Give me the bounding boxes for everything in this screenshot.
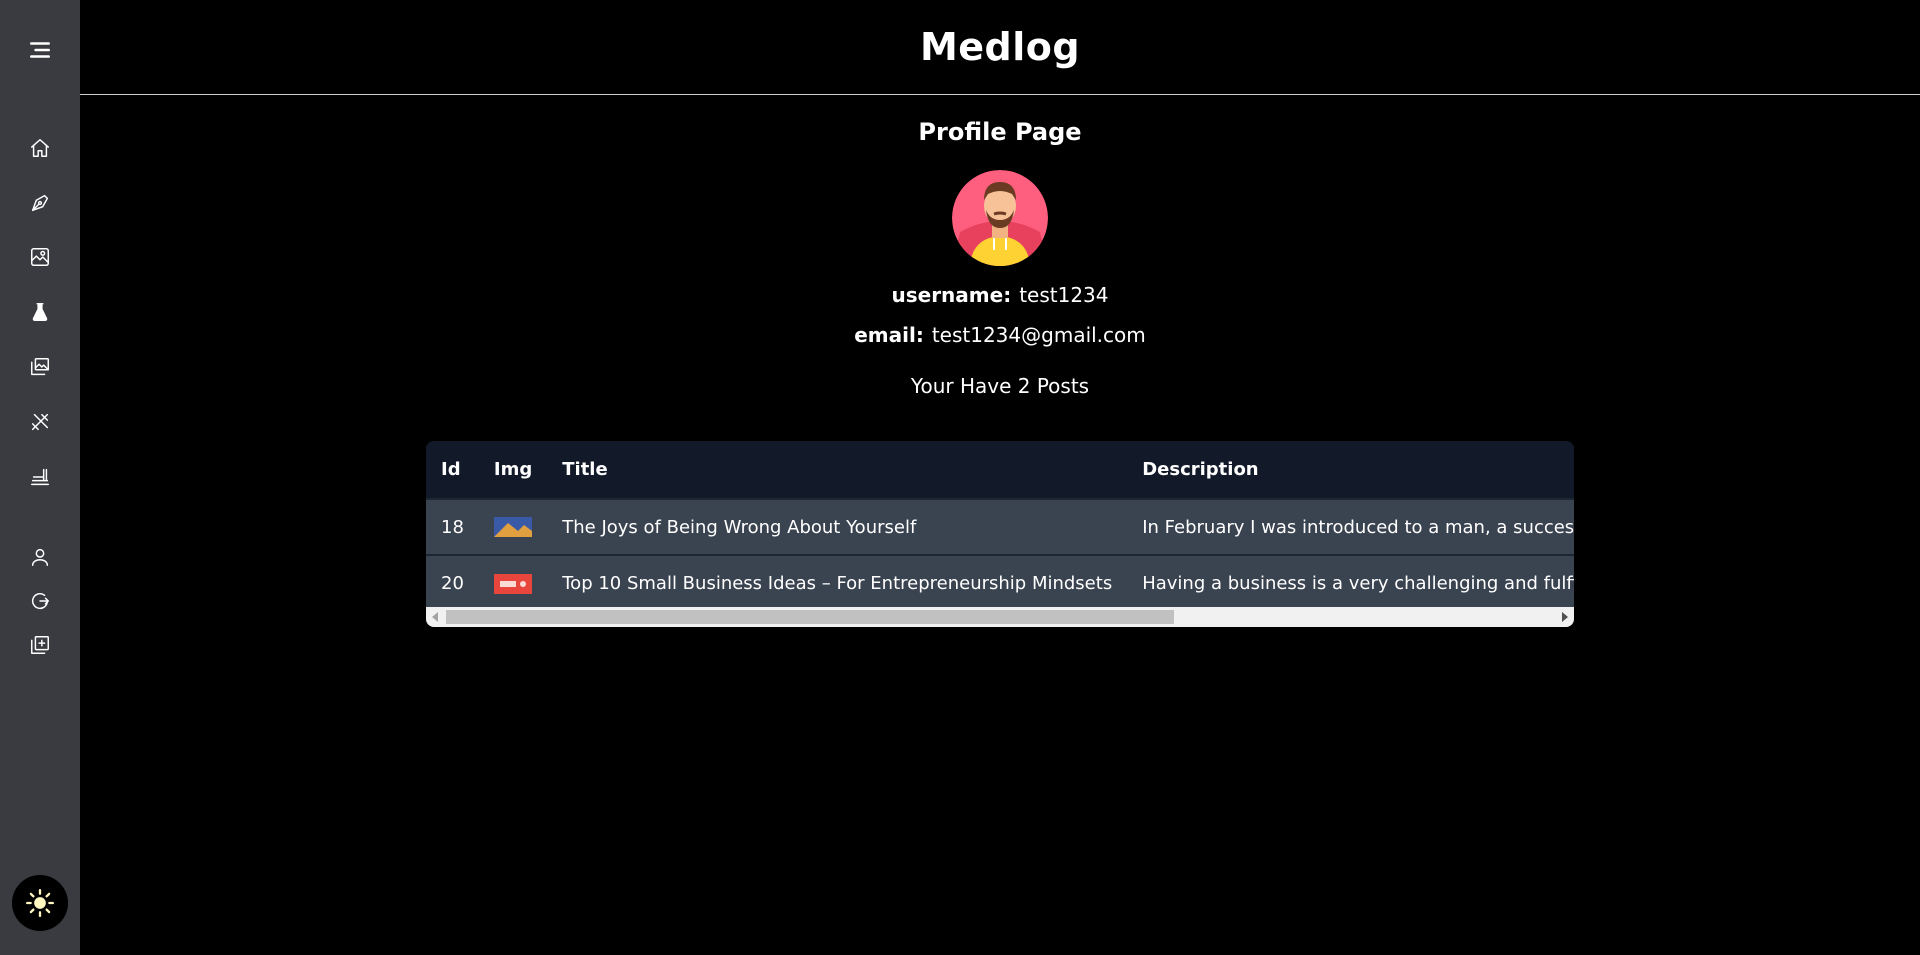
gallery-icon: [31, 358, 49, 376]
post-id: 20: [441, 573, 464, 594]
posts-count: Your Have 2 Posts: [910, 374, 1090, 398]
page-title: Profile Page: [918, 118, 1082, 146]
menu-icon: [30, 42, 50, 58]
posts-table: Id Img Title Description 18 The Joys of …: [426, 441, 1574, 611]
post-thumbnail[interactable]: [479, 555, 547, 611]
email-value: test1234@gmail.com: [931, 323, 1146, 347]
username-line: username: test1234: [80, 283, 1920, 307]
image-edit-icon: [31, 248, 49, 266]
food-icon: [31, 468, 49, 486]
sidebar-item-profile[interactable]: [22, 539, 58, 575]
post-description: Having a business is a very challenging …: [1142, 573, 1574, 594]
sidebar-item-write[interactable]: [22, 185, 58, 221]
username-value: test1234: [1019, 283, 1109, 307]
sun-icon: [26, 889, 54, 917]
sidebar-item-add-post[interactable]: [22, 627, 58, 663]
column-header-img: Img: [493, 459, 533, 480]
sidebar-item-logout[interactable]: [22, 583, 58, 619]
sidebar-item-design[interactable]: [22, 239, 58, 275]
horizontal-scrollbar[interactable]: [426, 607, 1574, 627]
sidebar-item-gallery[interactable]: [22, 349, 58, 385]
post-id: 18: [441, 516, 464, 538]
scroll-left-arrow-icon[interactable]: [432, 612, 438, 622]
post-description: In February I was introduced to a man, a…: [1142, 516, 1574, 538]
add-post-icon: [31, 636, 49, 654]
app-title: Medlog: [919, 25, 1081, 69]
column-header-id: Id: [441, 459, 461, 480]
post-title[interactable]: The Joys of Being Wrong About Yourself: [547, 499, 1127, 555]
table-header-row: Id Img Title Description: [426, 441, 1574, 499]
post-title[interactable]: Top 10 Small Business Ideas – For Entrep…: [547, 555, 1127, 611]
sidebar-item-home[interactable]: [22, 130, 58, 166]
post-thumbnail[interactable]: [479, 499, 547, 555]
column-header-description: Description: [1142, 459, 1259, 480]
avatar: [952, 170, 1048, 266]
sidebar-item-science[interactable]: [22, 294, 58, 330]
table-row[interactable]: 18 The Joys of Being Wrong About Yoursel…: [426, 499, 1574, 555]
profile-main: Profile Page username: test1234 email: tes…: [80, 96, 1920, 955]
tools-icon: [31, 413, 49, 431]
username-label: username:: [891, 283, 1012, 307]
logout-icon: [32, 592, 49, 610]
theme-toggle-button[interactable]: [12, 875, 68, 931]
email-label: email:: [854, 323, 924, 347]
email-line: email: test1234@gmail.com: [80, 323, 1920, 347]
home-icon: [31, 139, 49, 157]
table-row[interactable]: 20 Top 10 Small Business Ideas – For Ent…: [426, 555, 1574, 611]
header: Medlog: [80, 0, 1920, 95]
user-icon: [31, 548, 49, 566]
menu-button[interactable]: [22, 32, 58, 68]
scroll-right-arrow-icon[interactable]: [1562, 612, 1568, 622]
pen-icon: [31, 194, 49, 212]
sidebar-item-tools[interactable]: [22, 404, 58, 440]
sidebar-item-food[interactable]: [22, 459, 58, 495]
scrollbar-thumb[interactable]: [446, 610, 1174, 624]
flask-icon: [32, 303, 48, 321]
posts-table-container[interactable]: Id Img Title Description 18 The Joys of …: [426, 441, 1574, 627]
column-header-title: Title: [562, 459, 608, 480]
sidebar: [0, 0, 80, 955]
